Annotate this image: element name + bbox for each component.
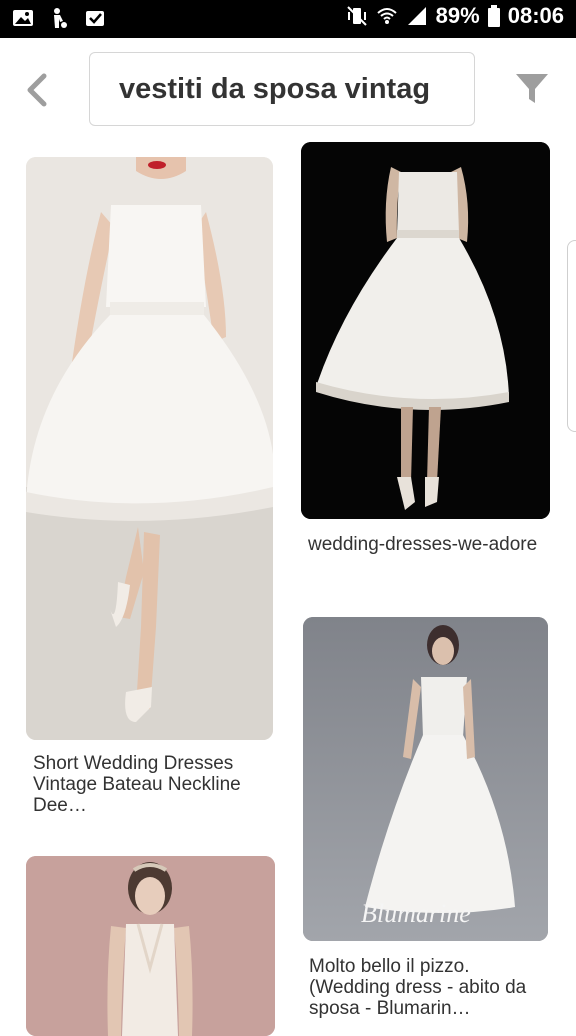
scroll-indicator[interactable]: [567, 240, 576, 432]
signal-icon: [407, 7, 426, 25]
wedding-dress-photo: [301, 142, 550, 519]
pin-caption[interactable]: Molto bello il pizzo. (Wedding dress - a…: [309, 956, 545, 1019]
wedding-dress-photo: [26, 856, 275, 1036]
wifi-icon: [377, 8, 397, 24]
status-bar: 89% 08:06: [0, 0, 576, 38]
hand-icon: [54, 8, 67, 28]
pin-image[interactable]: [26, 157, 273, 740]
vibrate-mute-icon: [346, 6, 367, 26]
brand-watermark: Blumarine: [361, 899, 471, 928]
pin-image[interactable]: [26, 856, 275, 1036]
filter-icon[interactable]: [514, 72, 550, 106]
wedding-dress-photo: [303, 617, 548, 941]
image-icon: [13, 10, 33, 26]
pin-caption[interactable]: Short Wedding Dresses Vintage Bateau Nec…: [33, 753, 268, 816]
battery-icon: [487, 5, 500, 27]
pin-caption[interactable]: wedding-dresses-we-adore: [308, 534, 540, 555]
search-query[interactable]: vestiti da sposa vintag: [119, 73, 445, 106]
clock: 08:06: [507, 3, 564, 28]
pin-image[interactable]: Blumarine: [303, 617, 548, 941]
wedding-dress-photo: [26, 157, 273, 740]
notification-icons: [12, 7, 106, 29]
battery-percent: 89%: [435, 3, 480, 28]
search-input[interactable]: vestiti da sposa vintag: [89, 52, 475, 126]
pin-image[interactable]: [301, 142, 550, 519]
chevron-left-icon[interactable]: [20, 70, 54, 110]
inbox-icon: [86, 11, 104, 26]
system-indicators: 89% 08:06: [346, 3, 564, 29]
